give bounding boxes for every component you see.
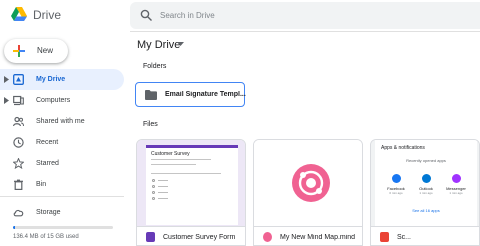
form-radio	[152, 197, 155, 200]
forms-icon	[146, 232, 155, 242]
file-name-bar: Sc...	[371, 226, 479, 245]
computers-icon	[13, 95, 24, 106]
sidebar-item-label: Recent	[36, 139, 59, 146]
form-radio	[152, 179, 155, 182]
sidebar-item-shared[interactable]: Shared with me	[0, 111, 124, 132]
search-bar[interactable]	[130, 2, 480, 29]
clock-icon	[13, 137, 24, 148]
storage-progress-bar	[13, 226, 113, 229]
storage-progress-fill	[13, 226, 15, 229]
file-thumbnail: Customer Survey	[137, 140, 245, 226]
phone-app-sub: 1 min ago	[419, 191, 433, 195]
phone-preview-link: See all 16 apps	[412, 208, 440, 213]
trash-icon	[14, 179, 23, 190]
form-option	[158, 198, 168, 199]
new-button-label: New	[37, 46, 54, 55]
form-line	[151, 173, 221, 174]
phone-preview-subtitle: Recently opened apps	[406, 158, 446, 163]
search-input[interactable]	[160, 7, 460, 24]
file-name-bar: My New Mind Map.mind	[254, 226, 362, 245]
form-radio	[152, 191, 155, 194]
sidebar-item-bin[interactable]: Bin	[0, 174, 124, 195]
file-name: Sc...	[397, 234, 412, 241]
form-option	[158, 192, 168, 193]
sidebar-item-label: My Drive	[36, 76, 66, 83]
sidebar-item-my-drive[interactable]: My Drive	[0, 69, 124, 90]
phone-app-item: Messenger 1 min ago	[441, 174, 471, 195]
mind-map-icon	[263, 232, 272, 242]
brand-title[interactable]: Drive	[33, 7, 61, 23]
new-button[interactable]: New	[4, 39, 68, 63]
drive-app: Drive New	[0, 0, 480, 246]
star-icon	[13, 158, 24, 169]
storage-usage-text: 136.4 MB of 15 GB used	[13, 234, 79, 240]
file-name: My New Mind Map.mind	[280, 234, 356, 241]
sidebar-item-label: Starred	[36, 160, 59, 167]
sidebar-item-label: Computers	[36, 97, 71, 104]
messenger-icon	[451, 174, 461, 183]
phone-app-item: Facebook 0 min ago	[381, 174, 411, 195]
sidebar-item-label: Bin	[36, 181, 47, 188]
form-line	[151, 164, 196, 165]
mind-map-logo-icon	[292, 164, 330, 202]
file-name: Customer Survey Form	[163, 234, 236, 241]
cloud-icon	[13, 209, 24, 217]
folder-card[interactable]: Email Signature Templ...	[135, 82, 246, 107]
phone-app-item: Outlook 1 min ago	[411, 174, 441, 195]
form-preview-title: Customer Survey	[151, 151, 190, 157]
file-thumbnail	[254, 140, 362, 226]
file-card-mind-map[interactable]: My New Mind Map.mind	[253, 139, 363, 246]
drive-logo-icon[interactable]	[11, 7, 27, 21]
caret-right-icon[interactable]	[4, 76, 9, 83]
my-drive-icon	[13, 74, 24, 85]
files-section-label: Files	[143, 121, 158, 128]
caret-right-icon[interactable]	[4, 97, 9, 104]
form-option	[158, 180, 168, 181]
image-file-icon	[380, 232, 389, 242]
file-card-screenshot[interactable]: Apps & notifications Recently opened app…	[370, 139, 480, 246]
sidebar-divider	[0, 196, 124, 197]
header-divider	[130, 31, 480, 32]
file-name-bar: Customer Survey Form	[137, 226, 245, 245]
plus-icon	[13, 45, 25, 57]
folders-section-label: Folders	[143, 63, 167, 70]
sidebar-item-label: Shared with me	[36, 118, 85, 125]
outlook-icon	[421, 174, 431, 183]
facebook-icon	[391, 174, 401, 183]
search-icon[interactable]	[140, 9, 153, 22]
top-header: Drive	[0, 0, 480, 31]
phone-preview-title: Apps & notifications	[381, 145, 425, 151]
file-card-survey-form[interactable]: Customer Survey Customer Survey Form	[136, 139, 246, 246]
phone-preview: Apps & notifications Recently opened app…	[375, 140, 477, 226]
folder-icon	[145, 90, 157, 100]
sidebar-item-storage[interactable]: Storage	[0, 202, 124, 223]
form-line	[151, 159, 211, 160]
form-radio	[152, 185, 155, 188]
folder-name: Email Signature Templ...	[165, 91, 246, 98]
sidebar-item-computers[interactable]: Computers	[0, 90, 124, 111]
form-preview: Customer Survey	[146, 145, 238, 225]
sidebar-item-recent[interactable]: Recent	[0, 132, 124, 153]
sidebar-item-starred[interactable]: Starred	[0, 153, 124, 174]
chevron-down-icon[interactable]	[177, 42, 184, 47]
phone-app-sub: 1 min ago	[449, 191, 463, 195]
file-thumbnail: Apps & notifications Recently opened app…	[371, 140, 479, 226]
phone-app-sub: 0 min ago	[389, 191, 403, 195]
sidebar-item-label: Storage	[36, 209, 61, 216]
form-option	[158, 186, 168, 187]
shared-icon	[13, 116, 24, 127]
page-title[interactable]: My Drive	[137, 39, 180, 52]
